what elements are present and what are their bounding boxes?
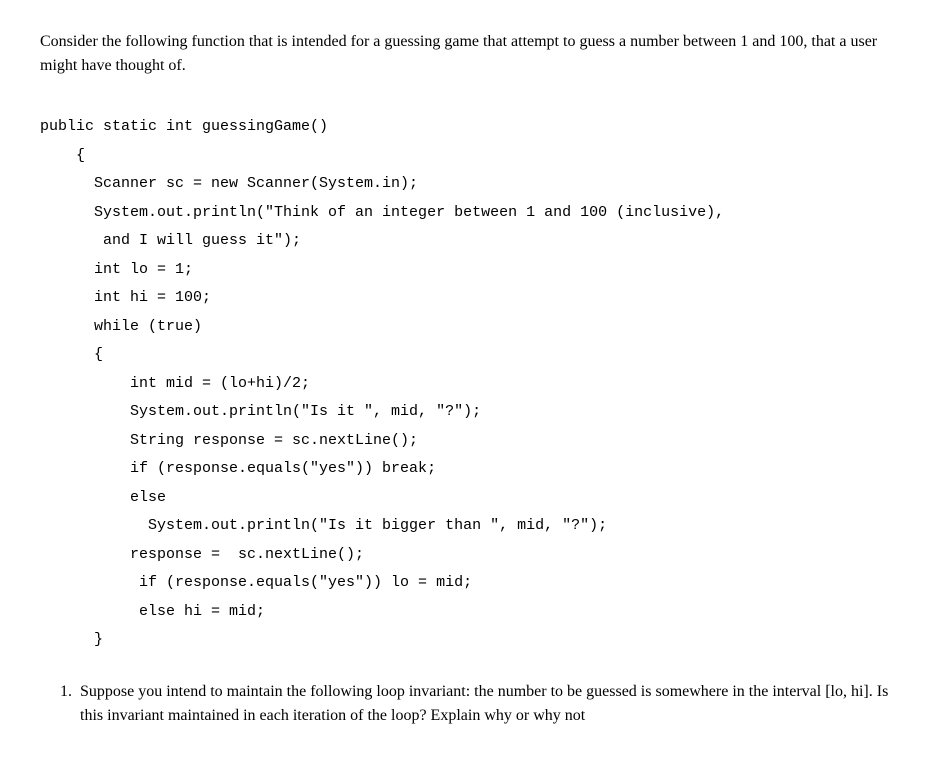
code-block: public static int guessingGame() { Scann… [40, 113, 890, 655]
intro-paragraph: Consider the following function that is … [40, 30, 890, 78]
question-item: 1. Suppose you intend to maintain the fo… [60, 680, 890, 728]
question-number: 1. [60, 680, 72, 728]
question-text: Suppose you intend to maintain the follo… [80, 680, 890, 728]
